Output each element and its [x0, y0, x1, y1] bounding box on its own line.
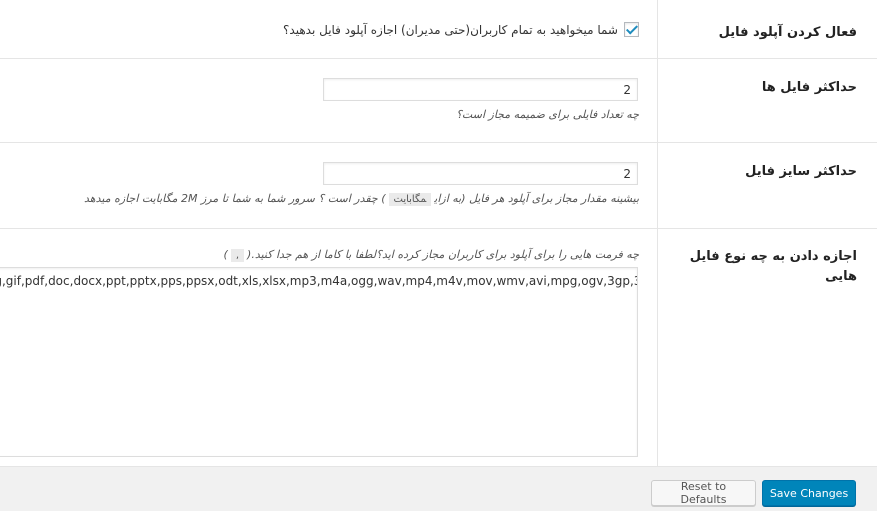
max-files-label: حداکثر فایل ها [761, 80, 857, 95]
max-size-description-start: بیشینه مقدار مجاز برای آپلود هر فایل (به… [434, 192, 639, 205]
allowed-types-textarea[interactable]: jpg,jpeg,png,gif,pdf,doc,docx,ppt,pptx,p… [0, 267, 638, 457]
allowed-types-description-end: ) [223, 248, 228, 261]
save-changes-button[interactable]: Save Changes [762, 480, 856, 506]
allowed-types-description: چه فرمت هایی را برای آپلود برای کاربران … [224, 247, 639, 264]
enable-upload-label: فعال کردن آپلود فایل [718, 25, 857, 40]
max-size-label: حداکثر سایز فایل [745, 164, 857, 179]
max-size-description: بیشینه مقدار مجاز برای آپلود هر فایل (به… [84, 191, 639, 208]
panel-bottom-border [0, 466, 877, 467]
max-size-description-end: ) چقدر است ؟ سرور شما به شما تا مرز 2M م… [84, 192, 386, 205]
enable-upload-option[interactable]: شما میخواهید به تمام کاربران(حتی مدیران)… [283, 22, 639, 37]
column-divider [657, 0, 658, 466]
megabyte-code: مگابایت [388, 193, 432, 206]
max-files-description: چه تعداد فایلی برای ضمیمه مجاز است؟ [456, 108, 639, 121]
enable-upload-checkbox[interactable] [624, 22, 639, 37]
row-divider [0, 228, 877, 229]
row-divider [0, 142, 877, 143]
settings-panel: فعال کردن آپلود فایل شما میخواهید به تما… [0, 0, 877, 466]
row-divider [0, 58, 877, 59]
enable-upload-text: شما میخواهید به تمام کاربران(حتی مدیران)… [283, 22, 618, 37]
allowed-types-label: اجازه دادن به چه نوع فایل هایی [689, 249, 857, 284]
reset-defaults-button[interactable]: Reset to Defaults [651, 480, 756, 506]
max-size-input[interactable] [323, 162, 638, 185]
allowed-types-description-start: چه فرمت هایی را برای آپلود برای کاربران … [247, 248, 639, 261]
max-files-input[interactable] [323, 78, 638, 101]
comma-code: , [230, 249, 245, 262]
